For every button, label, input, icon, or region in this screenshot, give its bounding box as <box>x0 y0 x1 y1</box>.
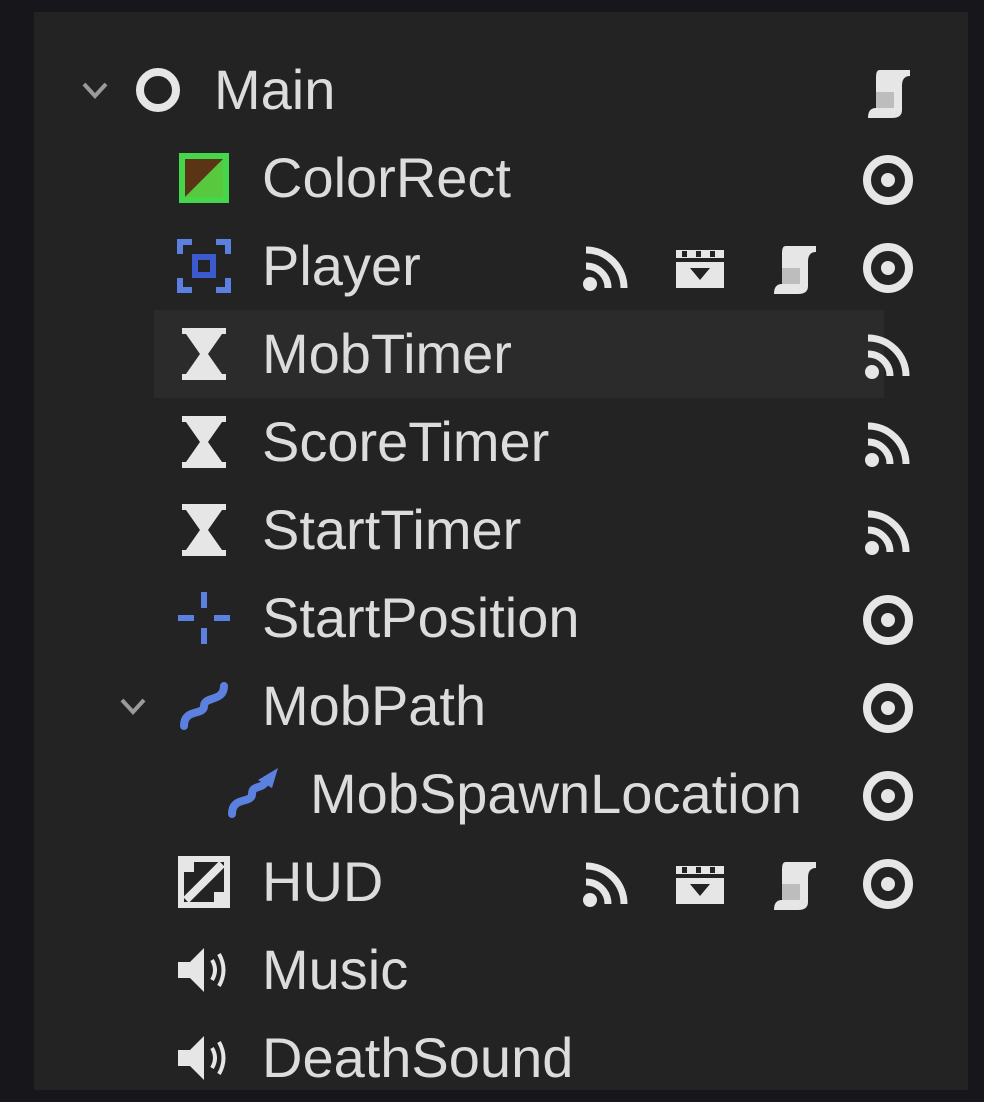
color-rect-icon <box>176 150 232 206</box>
node-name-label: StartTimer <box>262 498 522 561</box>
tree-row-mobpath[interactable]: MobPath <box>34 662 968 750</box>
node-name-label: StartPosition <box>262 586 580 649</box>
signal-icon[interactable] <box>862 418 914 470</box>
audio-player-icon <box>176 1030 232 1086</box>
tree-row-music[interactable]: Music <box>34 926 968 1014</box>
signal-icon[interactable] <box>862 506 914 558</box>
scrollbar-track[interactable] <box>968 12 984 1090</box>
node-name-label: MobSpawnLocation <box>310 762 802 825</box>
signal-icon[interactable] <box>862 330 914 382</box>
path2d-icon <box>176 678 232 734</box>
node-name-label: ScoreTimer <box>262 410 550 473</box>
node-name-label: MobPath <box>262 674 487 737</box>
node-name-label: Main <box>214 58 336 121</box>
visibility-icon[interactable] <box>862 154 914 206</box>
tree-row-starttimer[interactable]: StartTimer <box>34 486 968 574</box>
clapperboard-icon[interactable] <box>674 858 726 910</box>
tree-row-startposition[interactable]: StartPosition <box>34 574 968 662</box>
tree-row-deathsound[interactable]: DeathSound <box>34 1014 968 1102</box>
node-name-label: MobTimer <box>262 322 512 385</box>
timer-icon <box>176 502 232 558</box>
script-icon[interactable] <box>862 66 914 118</box>
node-name-label: ColorRect <box>262 146 511 209</box>
visibility-icon[interactable] <box>862 770 914 822</box>
marker2d-icon <box>176 590 232 646</box>
tree-row-player[interactable]: Player <box>34 222 968 310</box>
path-follow-icon <box>224 766 280 822</box>
canvas-layer-icon <box>176 854 232 910</box>
script-icon[interactable] <box>768 242 820 294</box>
node-name-label: Player <box>262 234 421 297</box>
tree-row-mobspawnlocation[interactable]: MobSpawnLocation <box>34 750 968 838</box>
tree-row-main[interactable]: Main <box>34 46 968 134</box>
timer-icon <box>176 326 232 382</box>
chevron-down-icon[interactable] <box>118 688 148 724</box>
tree-row-scoretimer[interactable]: ScoreTimer <box>34 398 968 486</box>
visibility-icon[interactable] <box>862 858 914 910</box>
clapperboard-icon[interactable] <box>674 242 726 294</box>
chevron-down-icon[interactable] <box>80 72 110 108</box>
area2d-icon <box>176 238 232 294</box>
visibility-icon[interactable] <box>862 682 914 734</box>
node-circle-icon <box>130 62 186 118</box>
audio-player-icon <box>176 942 232 998</box>
timer-icon <box>176 414 232 470</box>
tree-row-mobtimer[interactable]: MobTimer <box>34 310 968 398</box>
visibility-icon[interactable] <box>862 594 914 646</box>
tree-row-colorrect[interactable]: ColorRect <box>34 134 968 222</box>
script-icon[interactable] <box>768 858 820 910</box>
node-name-label: Music <box>262 938 409 1001</box>
tree-row-hud[interactable]: HUD <box>34 838 968 926</box>
node-name-label: HUD <box>262 850 384 913</box>
visibility-icon[interactable] <box>862 242 914 294</box>
signal-icon[interactable] <box>580 242 632 294</box>
scene-tree-panel: Main ColorRect Player MobTimer ScoreTimer Sta… <box>34 12 968 1090</box>
signal-icon[interactable] <box>580 858 632 910</box>
node-name-label: DeathSound <box>262 1026 574 1089</box>
